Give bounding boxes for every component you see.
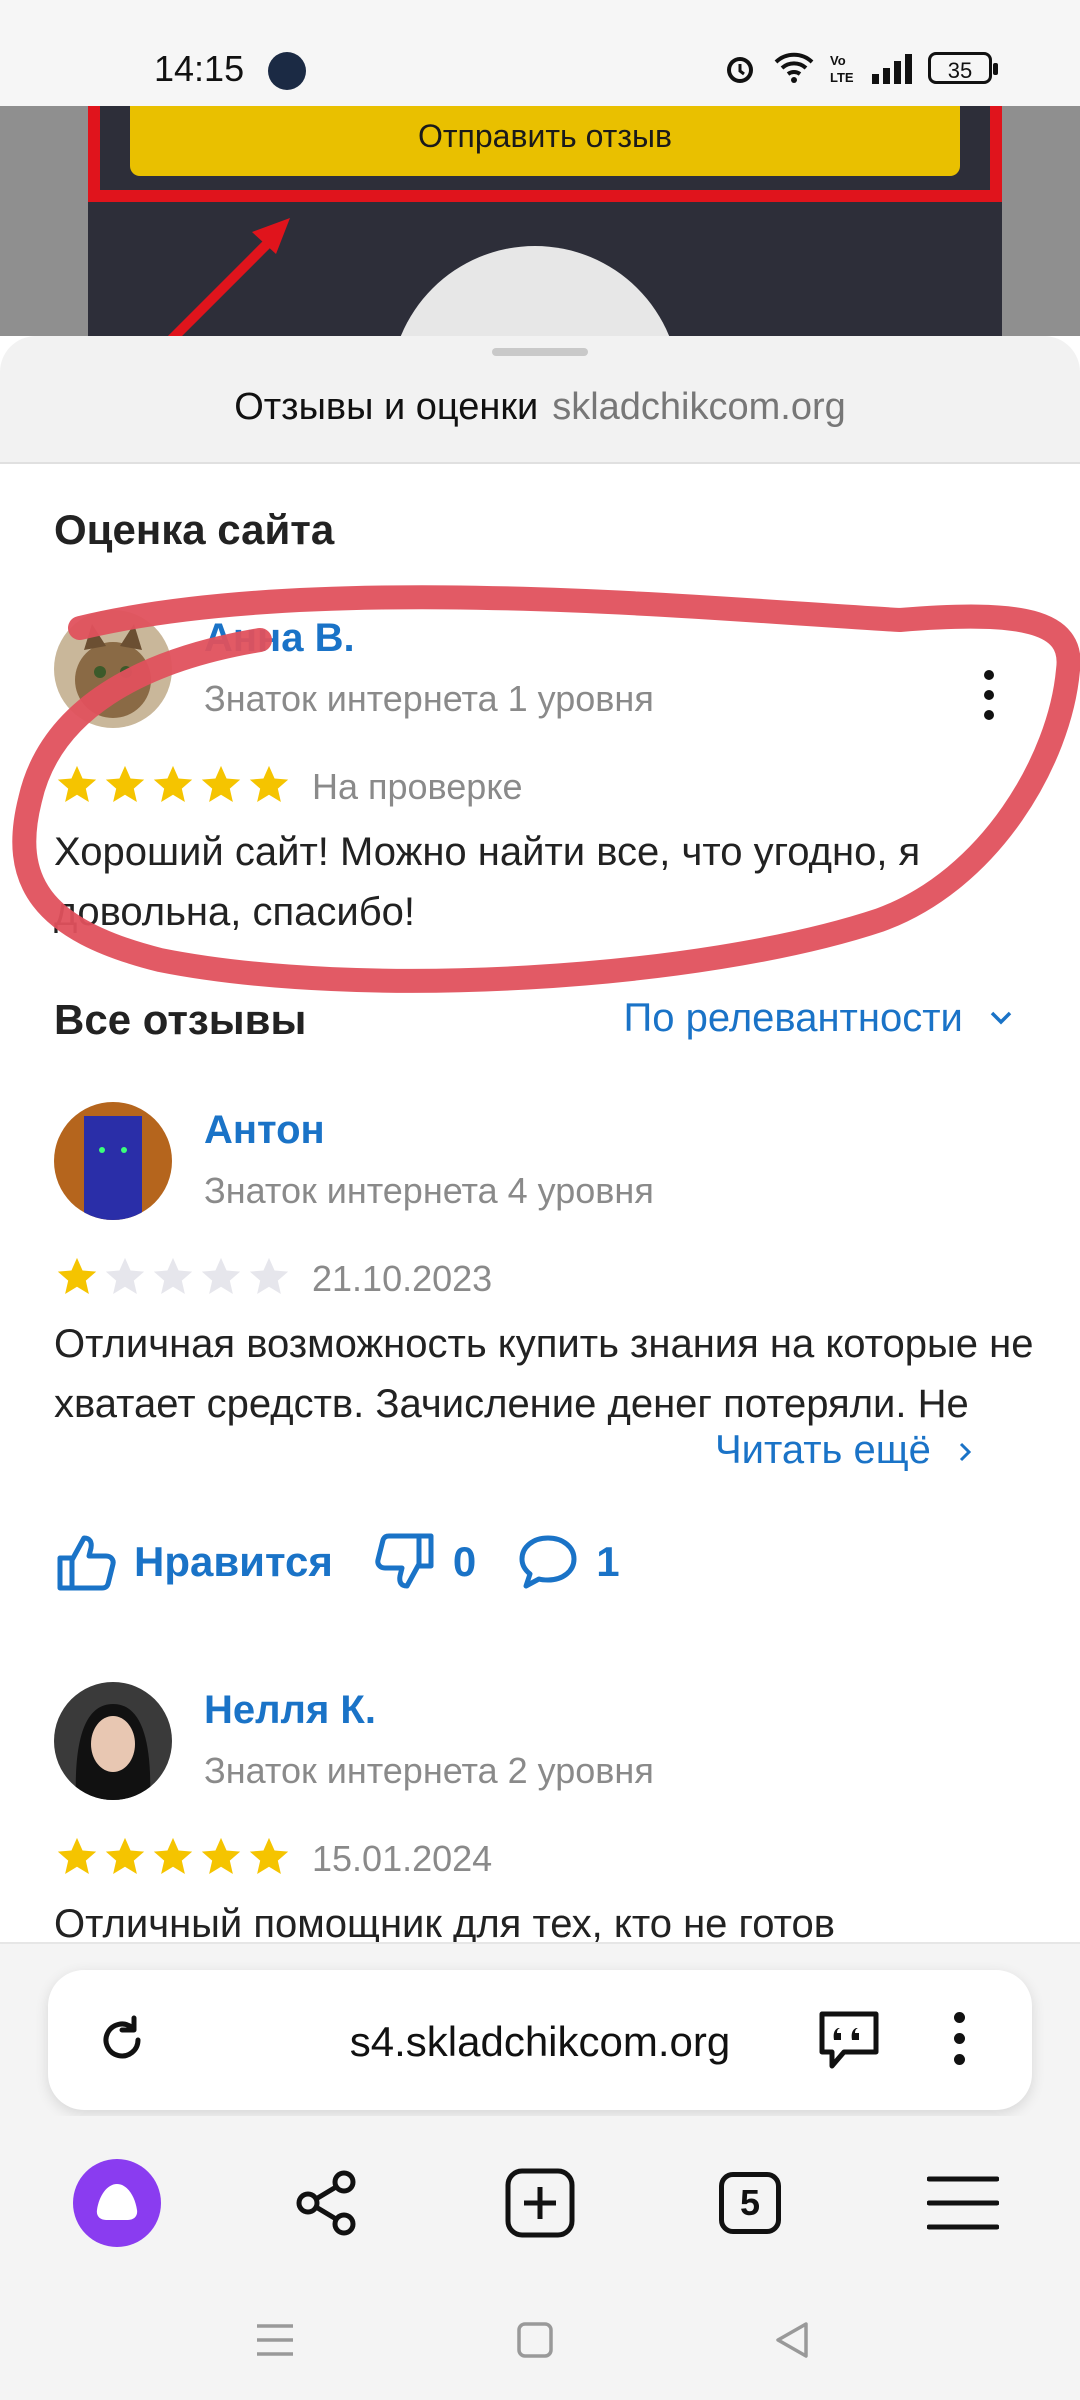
thumbs-up-icon <box>57 1535 116 1591</box>
star-filled-icon <box>57 1257 97 1295</box>
sort-dropdown[interactable]: По релевантности <box>624 996 1016 1041</box>
review-text: Отличный помощник для тех, кто не готов <box>54 1902 835 1942</box>
rating-stars <box>54 1834 292 1880</box>
sheet-domain: skladchikcom.org <box>552 386 846 428</box>
avatar[interactable] <box>54 1682 172 1800</box>
status-icons: Vo LTE 35 <box>722 50 998 86</box>
site-rating-heading: Оценка сайта <box>54 506 335 553</box>
comment-count: 1 <box>596 1538 620 1585</box>
read-more-link[interactable]: Читать ещё <box>708 1428 978 1473</box>
sheet-header: Отзывы и оценки skladchikcom.org <box>0 336 1080 464</box>
dislike-button[interactable]: 0 <box>373 1532 476 1592</box>
alarm-icon <box>727 57 753 83</box>
red-arrow-icon <box>167 218 290 336</box>
main-menu-button[interactable] <box>918 2158 1008 2248</box>
review-text: Хороший сайт! Можно найти все, что угодн… <box>54 830 921 934</box>
review-author-level: Знаток интернета 4 уровня <box>204 1170 654 1211</box>
star-filled-icon <box>201 765 241 803</box>
status-time: 14:15 <box>154 48 245 89</box>
review-author[interactable]: Нелля К. <box>204 1688 376 1733</box>
star-empty-icon <box>105 1257 145 1295</box>
quote-icon[interactable] <box>814 2008 884 2072</box>
hamburger-icon <box>927 2176 999 2230</box>
review-date: 15.01.2024 <box>312 1838 493 1879</box>
chevron-down-icon <box>990 1011 1012 1025</box>
sheet-title: Отзывы и оценки skladchikcom.org <box>0 386 1080 429</box>
status-bar: 14:15 Vo LTE 35 <box>0 0 1080 106</box>
star-filled-icon <box>201 1837 241 1875</box>
star-filled-icon <box>105 765 145 803</box>
comments-button[interactable]: 1 <box>516 1532 620 1592</box>
recent-apps-icon[interactable] <box>245 2310 305 2370</box>
like-button[interactable]: Нравится <box>54 1532 333 1592</box>
battery-icon: 35 <box>928 52 998 84</box>
review-author-level: Знаток интернета 1 уровня <box>204 678 654 719</box>
dislike-count: 0 <box>452 1538 477 1585</box>
all-reviews-heading: Все отзывы <box>54 996 307 1043</box>
tabs-count-icon: 5 <box>719 2172 781 2234</box>
rating-stars <box>54 762 292 808</box>
avatar[interactable] <box>54 610 172 728</box>
new-tab-icon <box>505 2168 575 2238</box>
sort-label: По релевантности <box>623 996 963 1040</box>
avatar[interactable] <box>54 1102 172 1220</box>
volte-icon: Vo LTE <box>830 53 854 85</box>
svg-text:Vo: Vo <box>830 53 846 68</box>
reviews-sheet: Отзывы и оценки skladchikcom.org Оценка с… <box>0 336 1080 1942</box>
review-card: Антон Знаток интернета 4 уровня 21.10.20… <box>54 1102 1034 1602</box>
star-filled-icon <box>249 1837 289 1875</box>
alice-button[interactable] <box>72 2158 162 2248</box>
alice-icon <box>73 2159 161 2247</box>
menu-kebab-icon[interactable] <box>954 2012 965 2065</box>
star-filled-icon <box>249 765 289 803</box>
url-text[interactable]: s4.skladchikcom.org <box>48 2018 1032 2066</box>
review-date: 21.10.2023 <box>312 1258 493 1299</box>
system-navigation-bar <box>0 2286 1080 2400</box>
sheet-title-text: Отзывы и оценки <box>234 386 539 428</box>
thumbs-down-icon <box>375 1533 434 1589</box>
signal-icon <box>872 54 912 84</box>
review-author-level: Знаток интернета 2 уровня <box>204 1750 654 1791</box>
send-review-button: Отправить отзыв <box>130 106 960 176</box>
more-options-icon[interactable] <box>984 670 1004 730</box>
star-filled-icon <box>57 765 97 803</box>
star-empty-icon <box>201 1257 241 1295</box>
read-more-label: Читать ещё <box>714 1428 931 1472</box>
app-notification-icon <box>268 52 306 90</box>
review-status: На проверке <box>312 766 523 807</box>
review-author[interactable]: Анна В. <box>204 616 355 661</box>
review-card: Нелля К. Знаток интернета 2 уровня 15.01… <box>54 1682 1034 1942</box>
star-empty-icon <box>153 1257 193 1295</box>
home-icon[interactable] <box>505 2310 565 2370</box>
star-filled-icon <box>105 1837 145 1875</box>
share-icon <box>296 2170 356 2236</box>
sheet-drag-handle[interactable] <box>492 348 588 356</box>
comment-icon <box>519 1535 577 1589</box>
review-author[interactable]: Антон <box>204 1108 325 1153</box>
new-tab-button[interactable] <box>495 2158 585 2248</box>
my-review: Анна В. Знаток интернета 1 уровня На про… <box>54 610 1034 934</box>
share-button[interactable] <box>282 2158 372 2248</box>
star-filled-icon <box>153 765 193 803</box>
rating-stars <box>54 1254 292 1300</box>
tabs-button[interactable]: 5 <box>705 2158 795 2248</box>
browser-toolbar: 5 <box>0 2116 1080 2286</box>
svg-text:LTE: LTE <box>830 70 854 85</box>
back-icon[interactable] <box>762 2310 822 2370</box>
wifi-icon <box>774 52 814 83</box>
like-label: Нравится <box>134 1538 333 1585</box>
review-actions: Нравится 0 1 <box>54 1532 660 1592</box>
browser-address-area: s4.skladchikcom.org <box>0 1942 1080 2118</box>
chevron-right-icon <box>959 1442 972 1462</box>
star-filled-icon <box>57 1837 97 1875</box>
star-filled-icon <box>153 1837 193 1875</box>
star-empty-icon <box>249 1257 289 1295</box>
background-page: Отправить отзыв <box>0 106 1080 336</box>
address-bar[interactable]: s4.skladchikcom.org <box>48 1970 1032 2110</box>
